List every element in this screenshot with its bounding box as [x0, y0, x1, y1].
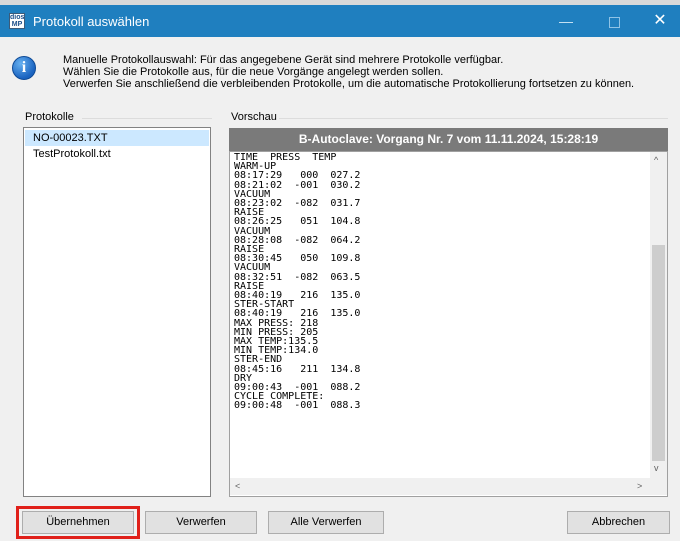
title-bar[interactable]: dios MP Protokoll auswählen — ✕: [0, 5, 680, 37]
close-icon: ✕: [653, 12, 667, 29]
vertical-scrollbar[interactable]: ^ v: [650, 152, 667, 478]
maximize-icon: [608, 16, 620, 28]
preview-group-label: Vorschau: [231, 111, 277, 123]
window-title: Protokoll auswählen: [33, 14, 150, 29]
cancel-button[interactable]: Abbrechen: [567, 511, 670, 534]
discard-button[interactable]: Verwerfen: [145, 511, 257, 534]
close-button[interactable]: ✕: [637, 5, 680, 37]
preview-header: B-Autoclave: Vorgang Nr. 7 vom 11.11.202…: [229, 128, 668, 151]
list-item[interactable]: NO-00023.TXT: [25, 130, 209, 146]
scrollbar-thumb[interactable]: [652, 245, 665, 461]
protocols-list[interactable]: NO-00023.TXT TestProtokoll.txt: [23, 127, 211, 497]
maximize-button[interactable]: [591, 5, 637, 37]
minimize-button[interactable]: —: [543, 5, 589, 37]
scrollbar-corner: [650, 478, 667, 495]
horizontal-scrollbar[interactable]: < >: [230, 478, 650, 495]
scroll-left-icon[interactable]: <: [235, 481, 240, 491]
minimize-icon: —: [559, 13, 573, 29]
app-logo-icon: dios MP: [9, 13, 25, 29]
protocols-group-label: Protokolle: [25, 111, 74, 123]
scroll-right-icon[interactable]: >: [637, 481, 642, 491]
preview-group-divider: [279, 118, 668, 119]
apply-button-highlight: [16, 506, 140, 539]
list-item[interactable]: TestProtokoll.txt: [25, 146, 209, 162]
scroll-down-icon[interactable]: v: [654, 463, 659, 473]
info-text-line-2: Wählen Sie die Protokolle aus, für die n…: [63, 66, 444, 78]
preview-content: TIME PRESS TEMP WARM-UP 08:17:29 000 027…: [234, 152, 361, 412]
preview-text-area[interactable]: TIME PRESS TEMP WARM-UP 08:17:29 000 027…: [229, 151, 668, 497]
discard-all-button[interactable]: Alle Verwerfen: [268, 511, 384, 534]
info-icon: i: [12, 56, 36, 80]
info-text-line-3: Verwerfen Sie anschließend die verbleibe…: [63, 78, 635, 90]
protocols-group-divider: [82, 118, 212, 119]
scroll-up-icon[interactable]: ^: [654, 155, 658, 165]
info-text-line-1: Manuelle Protokollauswahl: Für das angeg…: [63, 54, 504, 66]
